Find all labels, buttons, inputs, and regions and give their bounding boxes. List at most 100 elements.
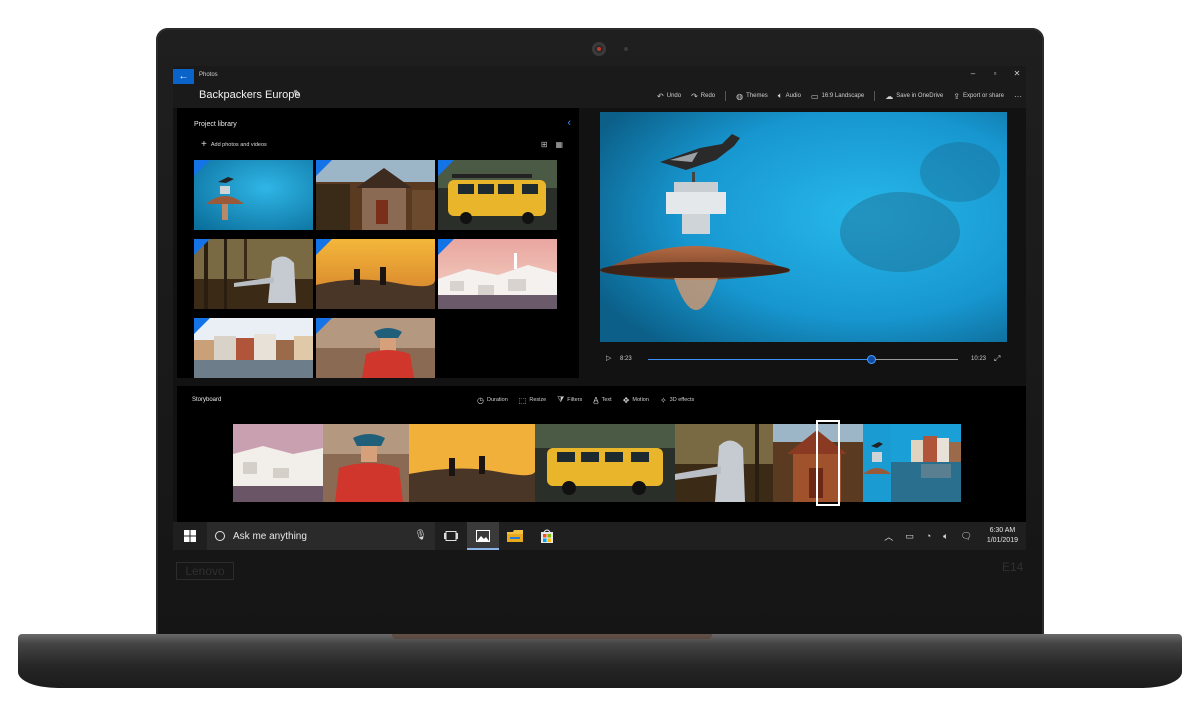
grid-small-icon[interactable]: ⊞	[541, 140, 548, 149]
onedrive-button[interactable]: ☁︎ Save in OneDrive	[885, 92, 943, 101]
total-time: 10:23	[971, 356, 987, 362]
video-preview[interactable]	[600, 112, 1007, 342]
redo-button[interactable]: ↷ Redo	[691, 92, 715, 101]
cloud-icon: ☁︎	[885, 91, 894, 101]
storyboard-title: Storyboard	[192, 397, 222, 403]
text-button[interactable]: A̲ Text	[593, 395, 611, 405]
more-button[interactable]: ···	[1014, 92, 1022, 101]
clip-bird-on-lamp[interactable]	[863, 424, 891, 502]
resize-button[interactable]: ⬚ Resize	[519, 395, 546, 405]
brand-logo: Lenovo	[176, 562, 234, 580]
add-media-label: Add photos and videos	[210, 142, 267, 148]
resize-icon: ⬚	[518, 395, 527, 405]
clip-person-with-hat[interactable]	[323, 424, 409, 502]
thumbnail-hikers-sunset[interactable]	[316, 239, 435, 309]
share-icon: ⇪	[953, 91, 960, 101]
aspect-ratio-button[interactable]: ▭ 16:9 Landscape	[811, 92, 864, 101]
clip-hooded-person-forest[interactable]	[675, 424, 773, 502]
play-icon[interactable]: ▷	[606, 354, 611, 362]
start-button[interactable]	[173, 522, 207, 550]
clip-hikers-sunset[interactable]	[409, 424, 535, 502]
onedrive-label: Save in OneDrive	[896, 93, 944, 99]
current-time: 8:23	[620, 356, 632, 362]
maximize-button[interactable]: ▫	[990, 69, 1000, 78]
project-library: Project library ‹ + Add photos and video…	[177, 108, 579, 378]
filters-button[interactable]: ⧩ Filters	[557, 395, 582, 405]
undo-button[interactable]: ↶ Undo	[657, 92, 681, 101]
text-label: Text	[601, 397, 612, 403]
motion-button[interactable]: ✥ Motion	[623, 395, 649, 405]
search-placeholder: Ask me anything	[233, 530, 307, 542]
undo-icon: ↶	[657, 91, 664, 101]
clock[interactable]: 6:30 AM 1/01/2019	[987, 526, 1018, 546]
text-icon: A̲	[593, 395, 599, 405]
minimize-button[interactable]: –	[968, 69, 978, 78]
duration-button[interactable]: ◷ Duration	[477, 395, 508, 405]
duration-label: Duration	[486, 397, 508, 403]
add-media-button[interactable]: + Add photos and videos	[201, 140, 267, 150]
folder-icon	[507, 530, 523, 542]
window-controls: – ▫ ✕	[968, 69, 1022, 78]
view-toggle: ⊞ ▦	[541, 140, 563, 149]
seek-bar[interactable]	[648, 355, 958, 364]
volume-icon[interactable]: 🔈︎	[943, 531, 948, 542]
aspect-ratio-icon: ▭	[810, 91, 819, 101]
storyboard-filmstrip	[233, 424, 961, 502]
pencil-icon[interactable]: ✎	[293, 89, 301, 100]
selected-clip-frame[interactable]	[816, 420, 840, 506]
close-button[interactable]: ✕	[1012, 69, 1022, 78]
webcam-icon	[592, 42, 606, 56]
storyboard-panel: Storyboard ◷ Duration ⬚ Resize ⧩ Filters A̲…	[177, 386, 1026, 522]
thumbnail-yellow-van[interactable]	[438, 160, 557, 230]
thumbnail-santorini-village[interactable]	[438, 239, 557, 309]
chevron-left-icon[interactable]: ‹	[567, 117, 571, 129]
audio-button[interactable]: 🔈︎ Audio	[778, 91, 801, 101]
chevron-up-icon[interactable]: ︿	[884, 530, 893, 543]
clip-riverside-houses[interactable]	[891, 424, 961, 502]
photos-app-button[interactable]	[467, 522, 499, 550]
grid-large-icon[interactable]: ▦	[555, 140, 563, 149]
filter-icon: ⧩	[557, 395, 565, 404]
speaker-icon: 🔈︎	[777, 91, 783, 100]
3d-effects-icon: ✧	[659, 395, 667, 405]
export-label: Export or share	[962, 93, 1004, 99]
laptop-base	[18, 634, 1182, 688]
thumbnail-wooden-house[interactable]	[316, 160, 435, 230]
toolbar: ↶ Undo ↷ Redo ◍ Themes 🔈︎ Audio ▭ 16:9 Landsc…	[657, 91, 1022, 101]
clock-time: 6:30 AM	[989, 527, 1016, 534]
fullscreen-icon[interactable]: ⤢	[994, 354, 1000, 364]
toolbar-divider	[725, 91, 727, 101]
file-explorer-button[interactable]	[499, 522, 531, 550]
hinge	[392, 634, 712, 639]
taskbar: Ask me anything 🎙︎ ︿ ▭ ◔ 🔈︎ 🗨︎ 6:30 AM 1…	[173, 522, 1026, 550]
wifi-icon[interactable]: ◔	[926, 531, 931, 541]
export-button[interactable]: ⇪ Export or share	[953, 92, 1004, 101]
thumbnail-person-with-hat[interactable]	[316, 318, 435, 378]
back-button[interactable]: ←	[173, 69, 194, 84]
back-arrow-icon: ←	[178, 71, 189, 82]
3d-effects-label: 3D effects	[669, 397, 695, 403]
notification-icon[interactable]: 🗨︎	[961, 531, 972, 542]
project-title[interactable]: Backpackers Europe	[199, 89, 301, 101]
undo-label: Undo	[666, 93, 682, 99]
task-view-icon	[444, 531, 458, 541]
thumbnail-riverside-houses[interactable]	[194, 318, 313, 378]
library-title: Project library	[194, 121, 237, 128]
task-view-button[interactable]	[435, 522, 467, 550]
photos-icon	[476, 530, 490, 542]
seek-handle[interactable]	[867, 355, 877, 364]
battery-icon[interactable]: ▭	[905, 531, 914, 542]
themes-button[interactable]: ◍ Themes	[736, 92, 768, 101]
3d-effects-button[interactable]: ✧ 3D effects	[660, 395, 694, 405]
thumbnail-hooded-person-forest[interactable]	[194, 239, 313, 309]
themes-label: Themes	[746, 93, 768, 99]
windows-logo-icon	[184, 530, 196, 542]
store-button[interactable]	[531, 522, 563, 550]
thumbnail-bird-on-lamp[interactable]	[194, 160, 313, 230]
microphone-icon[interactable]: 🎙︎	[414, 530, 427, 541]
clip-santorini-village[interactable]	[233, 424, 323, 502]
search-input[interactable]: Ask me anything 🎙︎	[207, 522, 435, 550]
storyboard-tools: ◷ Duration ⬚ Resize ⧩ Filters A̲ Text ✥ Motio…	[477, 395, 694, 405]
model-name: E14	[1002, 560, 1024, 574]
clip-yellow-van[interactable]	[535, 424, 675, 502]
